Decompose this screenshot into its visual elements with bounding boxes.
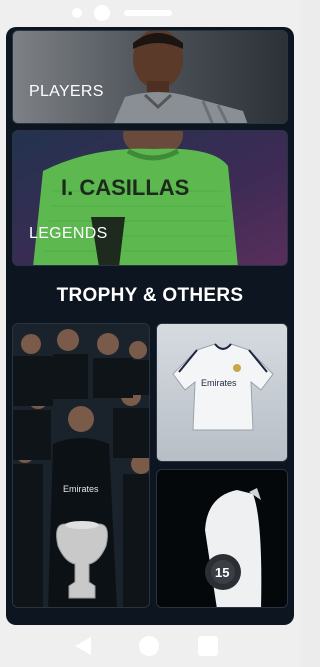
camera-dot-icon [72,8,82,18]
camera-lens-icon [94,5,110,21]
badge-number-text: 15 [215,565,229,580]
recent-square-icon[interactable] [198,636,218,656]
section-title: TROPHY & OTHERS [56,285,244,306]
trophy-sponsor-text: Emirates [63,484,99,494]
player-photo [13,31,287,123]
shirt-sponsor-text: Emirates [201,378,237,388]
team-trophy-celebration-photo: Emirates [13,324,149,607]
jersey-name-text: I. CASILLAS [61,175,189,200]
phone-device: PLAYERS I. CASILLAS LEGENDS TROPHY & OTH… [0,0,300,667]
legends-card[interactable]: I. CASILLAS LEGENDS [12,130,288,266]
speaker-grille-icon [124,10,172,16]
legends-label: LEGENDS [29,225,108,242]
ucl-15-badge-photo: 15 [157,470,287,607]
app-screen: PLAYERS I. CASILLAS LEGENDS TROPHY & OTH… [6,27,294,625]
players-card[interactable]: PLAYERS [12,30,288,124]
shirt-tile[interactable]: Emirates [156,323,288,462]
white-kit-shirt-photo: Emirates [157,324,287,461]
badge-tile[interactable]: 15 [156,469,288,608]
back-triangle-icon[interactable] [73,636,93,656]
bottom-navigation [0,625,300,667]
trophy-tile[interactable]: Emirates [12,323,150,608]
goalkeeper-jersey-photo: I. CASILLAS [13,131,287,265]
players-label: PLAYERS [29,83,104,100]
home-circle-icon[interactable] [139,636,159,656]
